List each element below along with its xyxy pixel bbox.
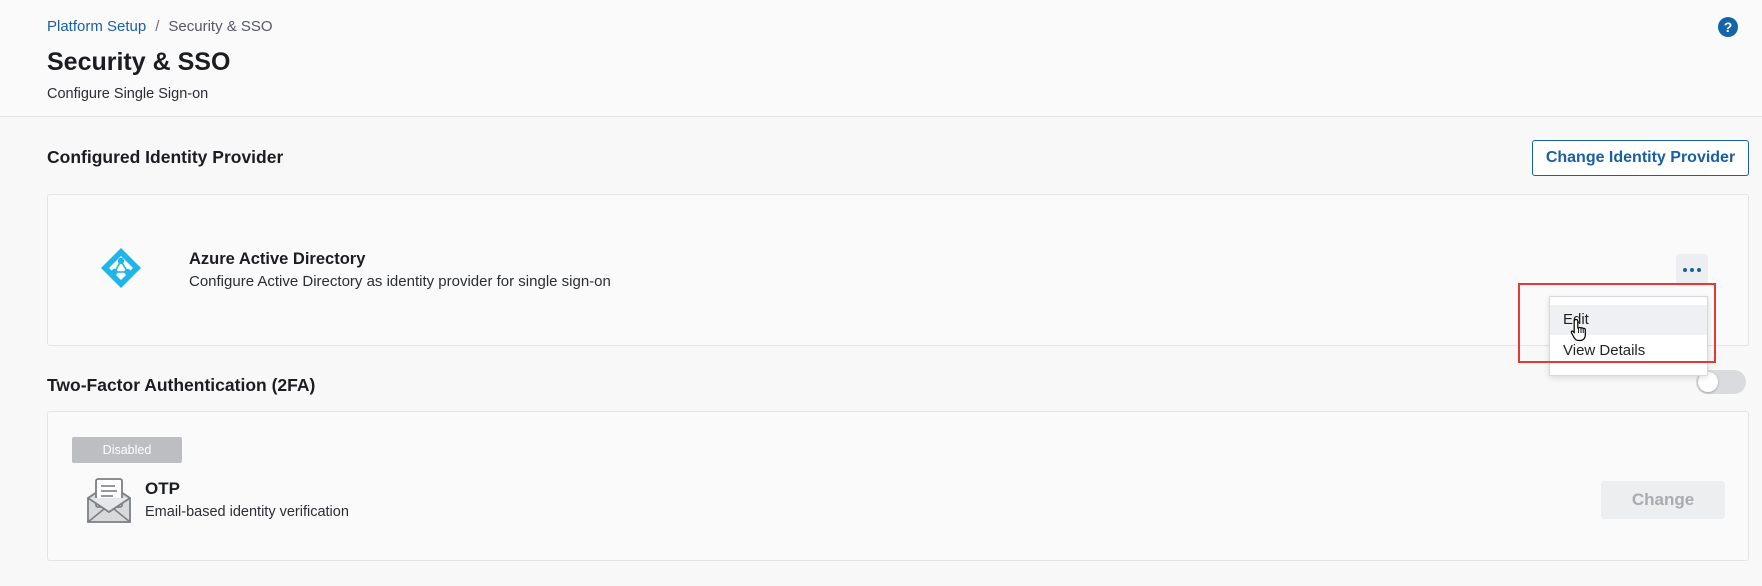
page-subtitle: Configure Single Sign-on	[47, 86, 209, 102]
otp-method-description: Email-based identity verification	[145, 504, 349, 520]
more-icon-dot	[1697, 268, 1701, 272]
breadcrumb: Platform Setup / Security & SSO	[47, 18, 273, 35]
help-icon[interactable]: ?	[1718, 17, 1738, 37]
more-options-button[interactable]	[1676, 254, 1708, 286]
identity-provider-section-title: Configured Identity Provider	[47, 147, 284, 167]
azure-ad-icon	[101, 248, 141, 288]
two-factor-section-title: Two-Factor Authentication (2FA)	[47, 375, 316, 395]
email-otp-icon	[87, 478, 131, 523]
menu-item-view-details[interactable]: View Details	[1550, 336, 1707, 366]
change-2fa-button[interactable]: Change	[1601, 481, 1725, 519]
breadcrumb-platform-setup[interactable]: Platform Setup	[47, 18, 146, 35]
page-title: Security & SSO	[47, 48, 231, 76]
provider-name: Azure Active Directory	[189, 250, 366, 268]
breadcrumb-current: Security & SSO	[168, 18, 273, 35]
menu-item-edit[interactable]: Edit	[1550, 305, 1707, 335]
identity-provider-card: Azure Active Directory Configure Active …	[47, 194, 1749, 346]
options-dropdown-menu: Edit View Details	[1549, 296, 1708, 376]
two-factor-card: Disabled OTP Email-based identity verifi…	[47, 411, 1749, 561]
provider-description: Configure Active Directory as identity p…	[189, 273, 611, 290]
otp-method-name: OTP	[145, 479, 180, 498]
change-identity-provider-button[interactable]: Change Identity Provider	[1532, 140, 1749, 176]
breadcrumb-separator: /	[155, 18, 160, 35]
more-icon	[1683, 268, 1687, 272]
status-badge: Disabled	[72, 437, 182, 463]
more-icon-dot	[1690, 268, 1694, 272]
page-header: Platform Setup / Security & SSO Security &…	[0, 0, 1762, 117]
